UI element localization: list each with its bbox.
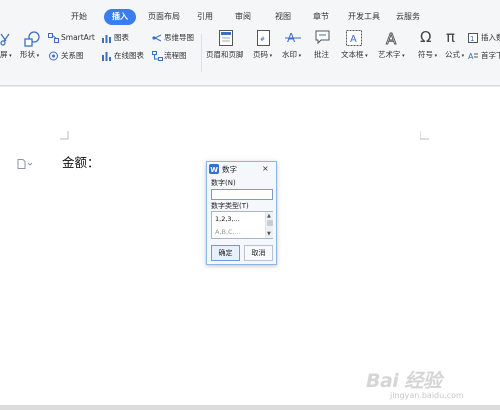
divider xyxy=(201,34,202,72)
watermark-subtext: jingyan.baidu.com xyxy=(390,391,464,400)
ribbon-tabs: 开始 插入 页面布局 引用 审阅 视图 章节 开发工具 云服务 xyxy=(0,9,500,25)
page-corner-mark xyxy=(60,131,69,140)
flowchart-button[interactable]: 流程图 xyxy=(164,51,187,61)
number-type-list[interactable]: 1,2,3,... A,B,C,... ▲ ▼ xyxy=(211,211,273,239)
ribbon: 开始 插入 页面布局 引用 审阅 视图 章节 开发工具 云服务 屏 ▾ 形状 ▾… xyxy=(0,0,500,86)
online-chart-icon xyxy=(101,51,112,61)
dialog-title: 数字 xyxy=(222,165,237,174)
page-corner-mark xyxy=(420,131,429,140)
flowchart-icon xyxy=(152,51,163,61)
close-icon[interactable]: × xyxy=(262,164,269,174)
smartart-icon xyxy=(48,33,59,43)
pi-icon: π xyxy=(446,28,456,46)
screen-button[interactable]: 屏 ▾ xyxy=(0,50,12,61)
mindmap-icon xyxy=(152,33,163,43)
omega-icon: Ω xyxy=(420,28,432,46)
page-number-icon: # xyxy=(257,30,270,46)
list-item[interactable]: A,B,C,... xyxy=(213,226,264,238)
scissors-icon xyxy=(0,33,10,47)
number-type-label: 数字类型(T) xyxy=(211,202,249,210)
tab-insert[interactable]: 插入 xyxy=(104,9,136,25)
tab-view[interactable]: 视图 xyxy=(270,9,296,25)
page-number-button[interactable]: 页码 ▾ xyxy=(253,50,272,61)
chevron-down-icon[interactable]: ▼ xyxy=(267,231,271,237)
tab-developer[interactable]: 开发工具 xyxy=(344,9,384,25)
tab-references[interactable]: 引用 xyxy=(192,9,218,25)
number-input[interactable] xyxy=(211,189,273,200)
dropcap-button[interactable]: 首字下 xyxy=(481,51,500,61)
dropcap-icon: A xyxy=(468,51,478,61)
header-footer-icon xyxy=(219,30,233,46)
online-chart-button[interactable]: 在线图表 xyxy=(114,51,144,61)
tab-cloud[interactable]: 云服务 xyxy=(392,9,424,25)
wordart-icon: A xyxy=(385,30,401,46)
tab-chapter[interactable]: 章节 xyxy=(308,9,334,25)
dialog-titlebar[interactable]: W 数字 × xyxy=(207,162,276,177)
tab-page-layout[interactable]: 页面布局 xyxy=(143,9,185,25)
comment-icon xyxy=(315,30,330,45)
svg-text:#: # xyxy=(260,36,265,43)
status-bar-edge xyxy=(0,405,500,410)
wordart-button[interactable]: 艺术字 ▾ xyxy=(378,50,405,61)
comment-button[interactable]: 批注 xyxy=(314,50,329,60)
number-label: 数字(N) xyxy=(211,179,236,187)
chevron-up-icon[interactable]: ▲ xyxy=(267,213,271,219)
formula-button[interactable]: 公式 ▾ xyxy=(445,50,464,61)
list-item[interactable]: 1,2,3,... xyxy=(213,213,264,225)
textbox-icon: A xyxy=(346,30,362,46)
svg-text:A: A xyxy=(350,34,357,45)
svg-text:A: A xyxy=(468,52,474,61)
svg-text:W: W xyxy=(210,166,218,174)
insert-number-button[interactable]: 插入数 xyxy=(481,33,500,43)
chart-button[interactable]: 图表 xyxy=(114,33,129,43)
document-text[interactable]: 金额： xyxy=(62,152,100,171)
shapes-button[interactable]: 形状 ▾ xyxy=(20,50,39,61)
mindmap-button[interactable]: 思维导图 xyxy=(164,33,194,43)
svg-text:A: A xyxy=(386,30,397,46)
symbol-button[interactable]: 符号 ▾ xyxy=(418,50,437,61)
relation-icon xyxy=(48,51,59,61)
insert-number-icon: 1 xyxy=(468,33,478,43)
cancel-button[interactable]: 取消 xyxy=(244,245,273,261)
number-dialog: W 数字 × 数字(N) 数字类型(T) 1,2,3,... A,B,C,...… xyxy=(206,161,277,265)
header-footer-button[interactable]: 页眉和页脚 xyxy=(206,50,244,60)
tab-home[interactable]: 开始 xyxy=(66,9,92,25)
list-scrollbar[interactable]: ▲ ▼ xyxy=(265,212,273,238)
svg-text:1: 1 xyxy=(470,35,474,43)
wps-writer-icon: W xyxy=(209,164,219,174)
document-icon[interactable] xyxy=(17,154,33,173)
smartart-button[interactable]: SmartArt xyxy=(61,33,95,43)
chart-icon xyxy=(101,33,112,43)
ok-button[interactable]: 确定 xyxy=(211,245,240,261)
relation-button[interactable]: 关系图 xyxy=(61,51,84,61)
watermark-button[interactable]: 水印 ▾ xyxy=(282,50,301,61)
baidu-jingyan-watermark: Bai 经验 jingyan.baidu.com xyxy=(360,360,495,405)
textbox-button[interactable]: 文本框 ▾ xyxy=(341,50,368,61)
watermark-text: Bai 经验 xyxy=(366,370,442,392)
shapes-icon xyxy=(23,31,41,47)
scroll-thumb[interactable] xyxy=(267,220,273,226)
tab-review[interactable]: 审阅 xyxy=(230,9,256,25)
watermark-icon: A xyxy=(285,30,301,46)
